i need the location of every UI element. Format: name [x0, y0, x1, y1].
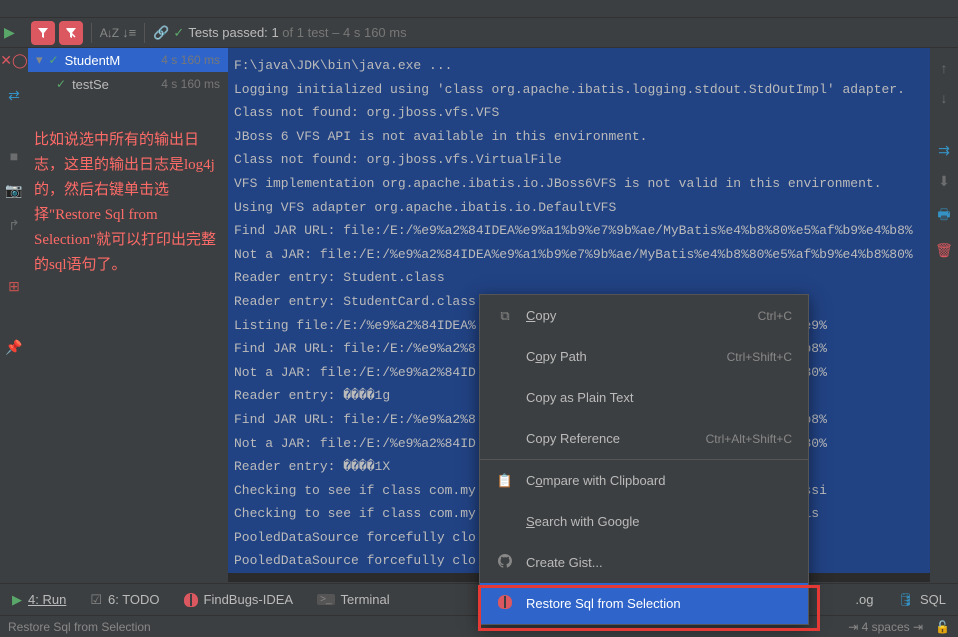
menu-item[interactable]: Copy PathCtrl+Shift+C [480, 336, 808, 377]
test-toolbar: ▶ A↓Z ↓≡ 🔗 ✓ Tests passed: 1 of 1 test –… [0, 18, 958, 48]
status-text: Restore Sql from Selection [8, 620, 151, 634]
pass-icon: ✓ [49, 53, 59, 67]
tab-run[interactable]: ▶4: Run [12, 592, 66, 608]
tree-item-test[interactable]: ✓ testSe 4 s 160 ms [28, 72, 228, 96]
run-icon[interactable]: ▶ [4, 24, 15, 41]
up-icon[interactable]: ↑ [941, 60, 948, 76]
menu-item[interactable]: Create Gist... [480, 542, 808, 583]
context-menu: ⧉CopyCtrl+CCopy PathCtrl+Shift+CCopy as … [479, 294, 809, 625]
tab-log[interactable]: .og [855, 592, 873, 607]
menu-item[interactable]: Search with Google [480, 501, 808, 542]
sort-order-icon[interactable]: ↓≡ [122, 25, 136, 40]
delete-icon[interactable]: 🗑 [935, 242, 953, 259]
tab-sql[interactable]: 🛢SQL [897, 592, 946, 608]
sort-az-icon[interactable]: A↓Z [100, 26, 118, 40]
rerun-icon[interactable]: ⇄ [8, 87, 20, 104]
camera-icon[interactable]: 📷 [5, 182, 22, 199]
right-gutter: ↑ ↓ ⇉ ⬇ 🖶 🗑 [930, 48, 958, 582]
annotation-text: 比如说选中所有的输出日志，这里的输出日志是log4j的，然后右键单击选择"Res… [34, 128, 224, 278]
down-icon[interactable]: ↓ [941, 90, 948, 106]
menu-item[interactable]: Restore Sql from Selection [480, 583, 808, 624]
ladybug-icon [184, 593, 198, 607]
menu-item[interactable]: ⧉CopyCtrl+C [480, 295, 808, 336]
check-icon: ✓ [173, 25, 184, 41]
lock-icon[interactable]: 🔓 [935, 620, 950, 634]
tab-todo[interactable]: ☑6: TODO [90, 592, 159, 608]
menu-item[interactable]: Copy ReferenceCtrl+Alt+Shift+C [480, 418, 808, 459]
left-gutter: ✕◯ ⇄ ■ 📷 ↱ ⊞ 📌 [0, 48, 28, 582]
stop-icon[interactable]: ■ [10, 148, 18, 164]
pass-icon: ✓ [56, 77, 66, 91]
divider [144, 23, 145, 43]
menu-item[interactable]: Copy as Plain Text [480, 377, 808, 418]
tree-item-root[interactable]: ▾ ✓ StudentM 4 s 160 ms [28, 48, 228, 72]
pin-icon[interactable]: 📌 [5, 339, 22, 356]
download-icon[interactable]: ⬇ [938, 173, 950, 190]
wrap-icon[interactable]: ⇉ [938, 142, 950, 159]
filter-icon-2[interactable] [59, 21, 83, 45]
divider [91, 23, 92, 43]
test-status: Tests passed: 1 of 1 test – 4 s 160 ms [188, 25, 406, 40]
menu-item[interactable]: 📋Compare with Clipboard [480, 460, 808, 501]
tab-findbugs[interactable]: FindBugs-IDEA [184, 592, 294, 607]
title-bar [0, 0, 958, 18]
tab-terminal[interactable]: >_Terminal [317, 592, 390, 607]
layout-icon[interactable]: ⊞ [8, 278, 20, 295]
exit-icon[interactable]: ↱ [8, 217, 20, 234]
filter-icon-1[interactable] [31, 21, 55, 45]
close-icon[interactable]: ✕◯ [0, 52, 27, 69]
indent-indicator[interactable]: ⇥ 4 spaces ⇥ [848, 620, 923, 634]
link-icon[interactable]: 🔗 [153, 25, 169, 41]
test-tree: ▾ ✓ StudentM 4 s 160 ms ✓ testSe 4 s 160… [28, 48, 228, 582]
print-icon[interactable]: 🖶 [937, 204, 950, 228]
